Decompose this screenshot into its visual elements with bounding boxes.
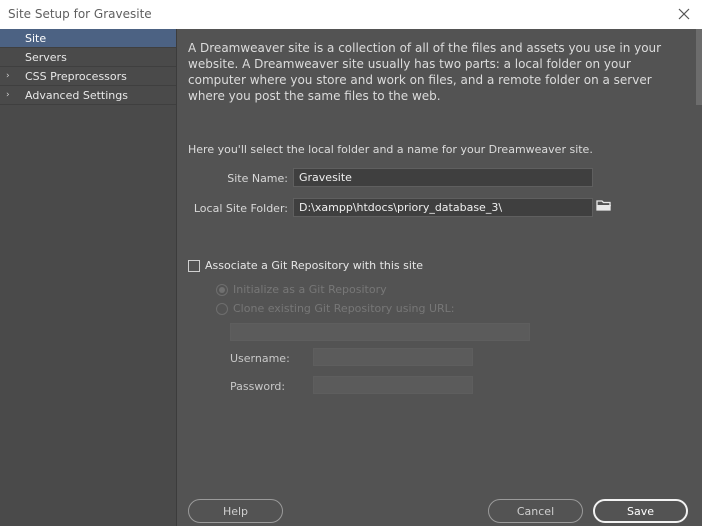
git-password-label: Password: (230, 380, 286, 393)
save-button[interactable]: Save (593, 499, 688, 523)
help-button[interactable]: Help (188, 499, 283, 523)
git-clone-label: Clone existing Git Repository using URL: (233, 302, 455, 315)
category-sidebar: Site Servers › CSS Preprocessors › Advan… (0, 29, 177, 526)
sidebar-item-css-preprocessors[interactable]: › CSS Preprocessors (0, 67, 176, 86)
sidebar-item-label: CSS Preprocessors (25, 70, 127, 83)
folder-icon[interactable] (596, 198, 614, 214)
local-folder-label: Local Site Folder: (193, 202, 288, 215)
sidebar-item-servers[interactable]: Servers (0, 48, 176, 67)
site-setup-dialog: Site Setup for Gravesite Site Servers › … (0, 0, 702, 526)
git-username-label: Username: (230, 352, 290, 365)
scrollbar-thumb[interactable] (696, 29, 702, 105)
site-name-input[interactable]: Gravesite (293, 168, 593, 187)
git-username-input[interactable] (313, 348, 473, 366)
git-clone-option[interactable]: Clone existing Git Repository using URL: (216, 302, 455, 315)
sidebar-item-site[interactable]: Site (0, 29, 176, 48)
cancel-button[interactable]: Cancel (488, 499, 583, 523)
close-icon[interactable] (674, 4, 694, 24)
local-folder-input[interactable]: D:\xampp\htdocs\priory_database_3\ (293, 198, 593, 217)
vertical-scrollbar[interactable] (696, 29, 702, 526)
git-init-option[interactable]: Initialize as a Git Repository (216, 283, 387, 296)
git-associate-checkbox-row[interactable]: Associate a Git Repository with this sit… (188, 259, 423, 272)
expand-arrow-icon[interactable]: › (6, 86, 10, 105)
git-associate-label: Associate a Git Repository with this sit… (205, 259, 424, 272)
site-name-label: Site Name: (227, 172, 288, 185)
sidebar-item-label: Servers (25, 51, 67, 64)
intro-text: A Dreamweaver site is a collection of al… (188, 41, 662, 103)
site-settings-panel: A Dreamweaver site is a collection of al… (178, 29, 696, 526)
sidebar-item-advanced-settings[interactable]: › Advanced Settings (0, 86, 176, 105)
git-password-input[interactable] (313, 376, 473, 394)
sidebar-item-label: Site (25, 32, 47, 45)
git-associate-checkbox[interactable] (188, 259, 200, 272)
sidebar-item-label: Advanced Settings (25, 89, 128, 102)
section-subtitle: Here you'll select the local folder and … (188, 143, 593, 156)
git-url-input[interactable] (230, 323, 530, 341)
git-init-label: Initialize as a Git Repository (233, 283, 387, 296)
title-bar: Site Setup for Gravesite (0, 0, 702, 29)
expand-arrow-icon[interactable]: › (6, 67, 10, 86)
git-clone-radio[interactable] (216, 302, 228, 315)
git-init-radio[interactable] (216, 283, 228, 296)
window-title: Site Setup for Gravesite (8, 7, 152, 21)
